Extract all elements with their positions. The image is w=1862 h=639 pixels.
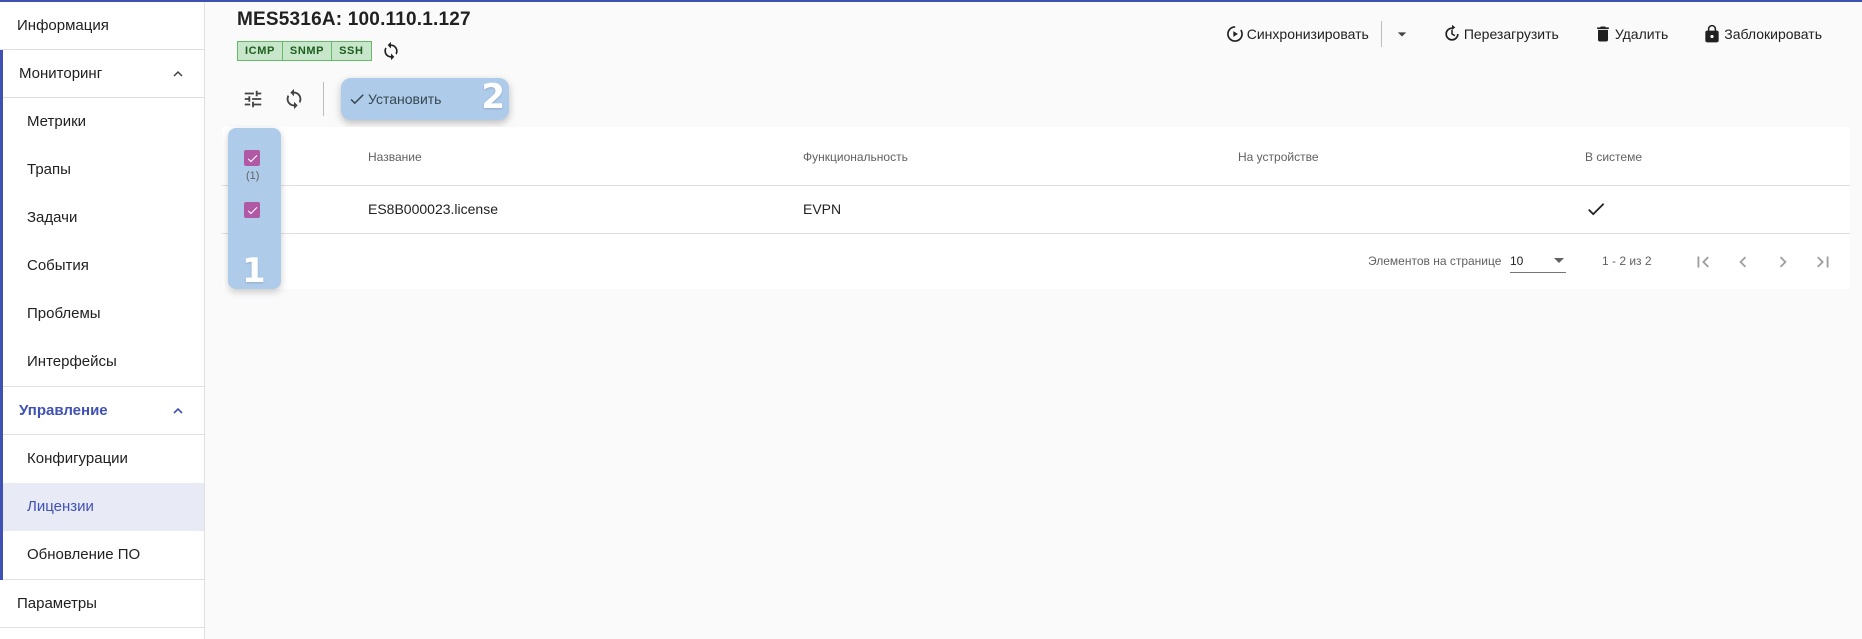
page-range: 1 - 2 из 2 (1602, 254, 1652, 268)
top-accent-line (0, 0, 1862, 2)
column-header-on-device[interactable]: На устройстве (1238, 150, 1319, 164)
sidebar-item-info[interactable]: Информация (0, 2, 204, 50)
sidebar: Информация Мониторинг Метрики Трапы Зада… (0, 2, 205, 639)
sidebar-item-problems[interactable]: Проблемы (3, 290, 204, 338)
sidebar-group-monitoring-label: Мониторинг (19, 65, 103, 82)
sidebar-item-interfaces[interactable]: Интерфейсы (3, 338, 204, 386)
badge-snmp: SNMP (282, 41, 333, 61)
filter-settings-button[interactable] (237, 83, 269, 115)
sync-dropdown-button[interactable] (1392, 24, 1412, 44)
chevron-up-icon (173, 407, 183, 414)
check-icon (1585, 198, 1607, 223)
sidebar-item-events[interactable]: События (3, 242, 204, 290)
page-size-value: 10 (1510, 254, 1524, 268)
sidebar-group-management-header[interactable]: Управление (3, 387, 204, 435)
row-checkbox[interactable] (244, 202, 260, 218)
checkmark-icon (247, 206, 257, 214)
caret-down-icon (1397, 32, 1406, 37)
delete-label: Удалить (1614, 26, 1669, 42)
sidebar-item-licenses[interactable]: Лицензии (3, 483, 204, 531)
sidebar-item-metrics[interactable]: Метрики (3, 98, 204, 146)
sync-button[interactable]: Синхронизировать (1225, 24, 1369, 44)
page-size-select[interactable]: 10 (1510, 251, 1566, 273)
lock-icon (1705, 24, 1719, 43)
install-highlight: Установить 2 (341, 77, 509, 120)
prev-page-button[interactable] (1731, 250, 1755, 274)
sidebar-item-tasks[interactable]: Задачи (3, 194, 204, 242)
first-page-icon (1697, 256, 1709, 268)
callout-number-2: 2 (481, 77, 505, 117)
refresh-icon (286, 88, 302, 110)
sidebar-item-traps[interactable]: Трапы (3, 146, 204, 194)
sidebar-group-monitoring-header[interactable]: Мониторинг (3, 50, 204, 98)
table-row[interactable]: ES8B000023.license EVPN (222, 186, 1850, 234)
table-toolbar (237, 77, 338, 121)
cell-functionality: EVPN (803, 201, 842, 217)
last-page-button[interactable] (1811, 250, 1835, 274)
trash-icon (1596, 26, 1609, 42)
table-header: Название Функциональность На устройстве … (222, 127, 1850, 186)
badge-icmp: ICMP (237, 41, 283, 61)
sidebar-item-firmware-update[interactable]: Обновление ПО (3, 531, 204, 579)
checkmark-icon (247, 154, 257, 162)
callout-number-1: 1 (242, 251, 266, 291)
sync-play-icon (1226, 26, 1243, 42)
last-page-icon (1817, 256, 1829, 268)
check-icon (350, 94, 364, 105)
selected-count: (1) (246, 170, 260, 182)
sidebar-group-management: Управление Конфигурации Лицензии Обновле… (0, 387, 204, 580)
chevron-up-icon (173, 70, 183, 77)
first-page-button[interactable] (1691, 250, 1715, 274)
reboot-button[interactable]: Перезагрузить (1442, 24, 1559, 44)
delete-button[interactable]: Удалить (1593, 24, 1668, 44)
cell-name: ES8B000023.license (368, 201, 498, 217)
page-title: MES5316A: 100.110.1.127 (237, 9, 471, 30)
sidebar-group-management-label: Управление (19, 402, 108, 419)
column-header-in-system[interactable]: В системе (1585, 150, 1642, 164)
install-button[interactable]: Установить (348, 90, 441, 108)
sidebar-group-monitoring: Мониторинг Метрики Трапы Задачи События … (0, 50, 204, 387)
reboot-label: Перезагрузить (1463, 26, 1559, 42)
chevron-right-icon (1779, 256, 1787, 268)
select-all-checkbox[interactable] (244, 150, 260, 166)
tune-icon (244, 90, 262, 108)
badge-ssh: SSH (332, 41, 372, 61)
page-size-label: Элементов на странице (1368, 254, 1502, 268)
caret-down-icon (1554, 258, 1564, 263)
refresh-icon[interactable] (380, 40, 402, 62)
chevron-left-icon (1739, 256, 1747, 268)
lock-label: Заблокировать (1724, 26, 1822, 42)
lock-button[interactable]: Заблокировать (1702, 24, 1822, 44)
next-page-button[interactable] (1771, 250, 1795, 274)
header-actions: Синхронизировать Перезагрузить Удалить З… (1225, 21, 1822, 47)
split-divider (1380, 21, 1382, 47)
sync-label: Синхронизировать (1246, 26, 1369, 42)
column-header-functionality[interactable]: Функциональность (803, 150, 908, 164)
column-header-name[interactable]: Название (368, 150, 422, 164)
restart-icon (1445, 24, 1459, 41)
protocol-badges: ICMP SNMP SSH (237, 40, 402, 62)
toolbar-divider (323, 82, 324, 116)
install-label: Установить (368, 91, 442, 107)
refresh-table-button[interactable] (278, 83, 310, 115)
sidebar-item-configurations[interactable]: Конфигурации (3, 435, 204, 483)
sidebar-item-params[interactable]: Параметры (0, 580, 204, 628)
